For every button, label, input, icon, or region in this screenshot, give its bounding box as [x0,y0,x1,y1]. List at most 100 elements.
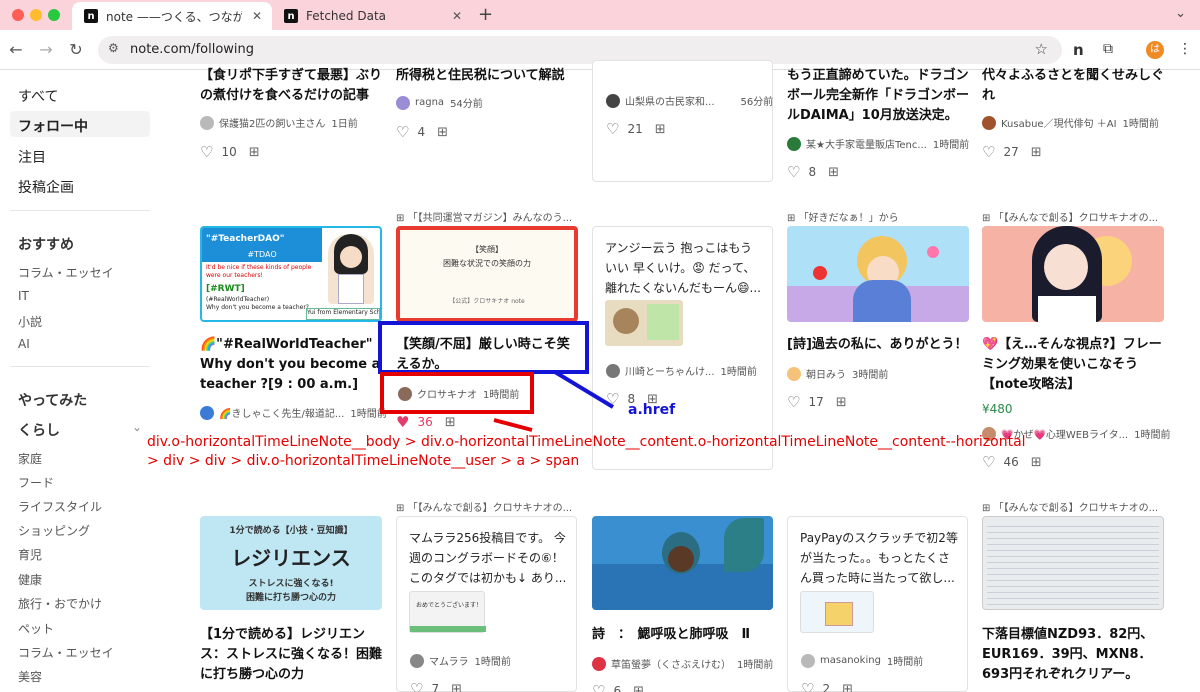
sidebar-item-it[interactable]: IT [18,289,29,303]
note-thumbnail[interactable]: "#TeacherDAO" #TDAO It'd be nice if thes… [200,226,382,322]
heart-icon[interactable]: ♡ [787,163,800,181]
site-info-icon[interactable]: ⚙ [108,41,119,55]
heart-icon[interactable]: ♡ [982,143,995,161]
note-title[interactable]: 【食リポ下手すぎて最悪】ぶりの煮付けを食べるだけの記事 [200,66,382,106]
sidebar-item-featured[interactable]: 注目 [18,147,46,167]
sidebar-item-all[interactable]: すべて [18,86,58,106]
note-thumbnail[interactable]: 【笑顔】 困難な状況での笑顔の力 【公式】クロサキナオ note [396,226,578,322]
note-title[interactable]: [詩]過去の私に、ありがとう！ [787,335,969,355]
heart-icon[interactable]: ♡ [606,120,619,138]
note-user[interactable]: 保護猫2匹の飼い主さん 1日前 [200,115,358,130]
note-thumbnail[interactable] [982,516,1164,610]
annotation-selector-line2: > div > div > div.o-horizontalTimeLineNo… [147,453,580,469]
note-title[interactable]: 【笑顔/不屈】厳しい時こそ笑えるか。 [396,335,578,375]
note-user[interactable]: 朝日みう 3時間前 [787,366,888,381]
url-text[interactable]: note.com/following [130,42,254,57]
note-thumbnail[interactable]: 1分で読める【小技・豆知識】 レジリエンス ストレスに強くなる! 困難に打ち勝つ… [200,516,382,610]
tab-close-icon[interactable]: ✕ [252,9,262,23]
sidebar-item-pet[interactable]: ペット [18,620,54,637]
bookmark-icon[interactable]: ⊞ [451,682,462,692]
sidebar-item-following[interactable]: フォロー中 [18,116,88,136]
heart-filled-icon[interactable]: ♥ [396,413,409,431]
heart-icon[interactable]: ♡ [396,123,409,141]
maximize-window-button[interactable] [48,9,60,21]
note-title[interactable]: 所得税と住民税について解説 [396,66,578,86]
bookmark-icon[interactable]: ⊞ [842,682,853,692]
note-title[interactable]: 代々よふるさとを聞くせみしぐれ [982,66,1164,106]
forward-icon[interactable]: → [36,40,56,59]
note-title[interactable]: もう正直諦めていた。ドラゴンボール完全新作「ドラゴンボールDAIMA」10月放送… [787,66,969,126]
magazine-line[interactable]: ⊞ 「【みんなで創る】クロサキナオの... [982,209,1164,224]
sidebar-item-health[interactable]: 健康 [18,571,42,588]
sidebar-item-family[interactable]: 家庭 [18,450,42,467]
address-bar[interactable]: ⚙ note.com/following ☆ [98,36,1062,64]
bookmark-icon[interactable]: ⊞ [445,415,456,430]
note-title[interactable]: 【1分で読める】レジリエンス：ストレスに強くなる！困難に打ち勝つ心の力 [200,625,382,685]
bookmark-star-icon[interactable]: ☆ [1035,40,1048,58]
note-title[interactable]: 下落目標値NZD93．82円、EUR169．39円、MXN8．693円それぞれク… [982,625,1164,685]
bookmark-icon[interactable]: ⊞ [633,684,644,692]
note-user[interactable]: 草笛螢夢（くさぶえけむ） 1時間前 [592,656,773,671]
sidebar-item-parenting[interactable]: 育児 [18,546,42,563]
heart-icon[interactable]: ♡ [592,682,605,692]
profile-avatar[interactable]: は [1146,41,1164,59]
chevron-down-icon[interactable]: ⌄ [132,420,142,434]
menu-icon[interactable]: ⋮ [1178,41,1192,57]
minimize-window-button[interactable] [30,9,42,21]
reload-icon[interactable]: ↻ [66,40,86,59]
note-user[interactable]: マムララ 1時間前 [410,653,511,668]
heart-icon[interactable]: ♡ [606,390,619,408]
sidebar-item-ai[interactable]: AI [18,337,30,351]
heart-icon[interactable]: ♡ [200,143,213,161]
sidebar-item-column[interactable]: コラム・エッセイ [18,264,114,281]
note-user[interactable]: 🌈きしゃこく先生/報道記... 1時間前 [200,405,387,420]
bookmark-icon[interactable]: ⊞ [1031,145,1042,160]
note-user[interactable]: クロサキナオ 1時間前 [398,386,519,401]
new-tab-button[interactable]: + [478,4,493,25]
sidebar-heading-kurashi[interactable]: くらし [18,420,60,440]
note-user[interactable]: ragna 54分前 [396,95,483,110]
note-title[interactable]: 詩 ： 鰓呼吸と肺呼吸 Ⅱ [592,625,774,645]
sidebar-item-novel[interactable]: 小説 [18,313,42,330]
bookmark-icon[interactable]: ⊞ [836,395,847,410]
heart-icon[interactable]: ♡ [801,680,814,692]
sidebar-item-column-2[interactable]: コラム・エッセイ [18,644,114,661]
heart-icon[interactable]: ♡ [410,680,423,692]
heart-icon[interactable]: ♡ [982,453,995,471]
sidebar-heading-trying[interactable]: やってみた [18,390,87,410]
sidebar-item-food[interactable]: フード [18,474,54,491]
extensions-icon[interactable]: ⧉ [1103,41,1113,57]
note-thumbnail[interactable] [592,516,773,610]
bookmark-icon[interactable]: ⊞ [828,165,839,180]
note-user[interactable]: Kusabue／現代俳句 ＋AI 1時間前 [982,115,1159,130]
note-thumbnail[interactable] [787,226,969,322]
close-window-button[interactable] [12,9,24,21]
magazine-line[interactable]: ⊞ 「好きだなぁ！」から [787,209,969,224]
note-user[interactable]: 某★大手家電量販店Tenc... 1時間前 [787,136,969,151]
magazine-line[interactable]: ⊞ 「【共同運営マガジン】みんなのう... [396,209,578,224]
tab-fetched-data[interactable]: n Fetched Data ✕ [272,2,472,30]
note-user[interactable]: masanoking 1時間前 [801,653,923,668]
bookmark-icon[interactable]: ⊞ [437,125,448,140]
note-user[interactable]: 川崎とーちゃんけ... 1時間前 [606,363,757,378]
note-title[interactable]: 💖【え…そんな視点?】フレーミング効果を使いこなそう【note攻略法】 [982,335,1164,395]
note-thumbnail[interactable] [982,226,1164,322]
magazine-line[interactable]: ⊞ 「【みんなで創る】クロサキナオの... [982,499,1164,514]
tab-search-icon[interactable]: ⌄ [1175,6,1186,21]
sidebar-item-travel[interactable]: 旅行・おでかけ [18,595,102,612]
sidebar-item-shopping[interactable]: ショッピング [18,522,90,539]
back-icon[interactable]: ← [6,40,26,59]
heart-icon[interactable]: ♡ [787,393,800,411]
sidebar-item-beauty[interactable]: 美容 [18,668,42,685]
bookmark-icon[interactable]: ⊞ [655,122,666,137]
bookmark-icon[interactable]: ⊞ [249,145,260,160]
note-extension-icon[interactable]: n [1073,41,1084,59]
tab-note[interactable]: n note ——つくる、つながる、と ✕ [72,2,272,30]
note-user[interactable]: 山梨県の古民家和... 56分前 [606,93,773,108]
sidebar-item-lifestyle[interactable]: ライフスタイル [18,498,102,515]
magazine-line[interactable]: ⊞ 「【みんなで創る】クロサキナオの... [396,499,578,514]
note-title[interactable]: 🌈"#RealWorldTeacher" Why don't you becom… [200,335,382,395]
sidebar-item-contest[interactable]: 投稿企画 [18,177,74,197]
bookmark-icon[interactable]: ⊞ [1031,455,1042,470]
tab-close-icon[interactable]: ✕ [452,9,462,23]
